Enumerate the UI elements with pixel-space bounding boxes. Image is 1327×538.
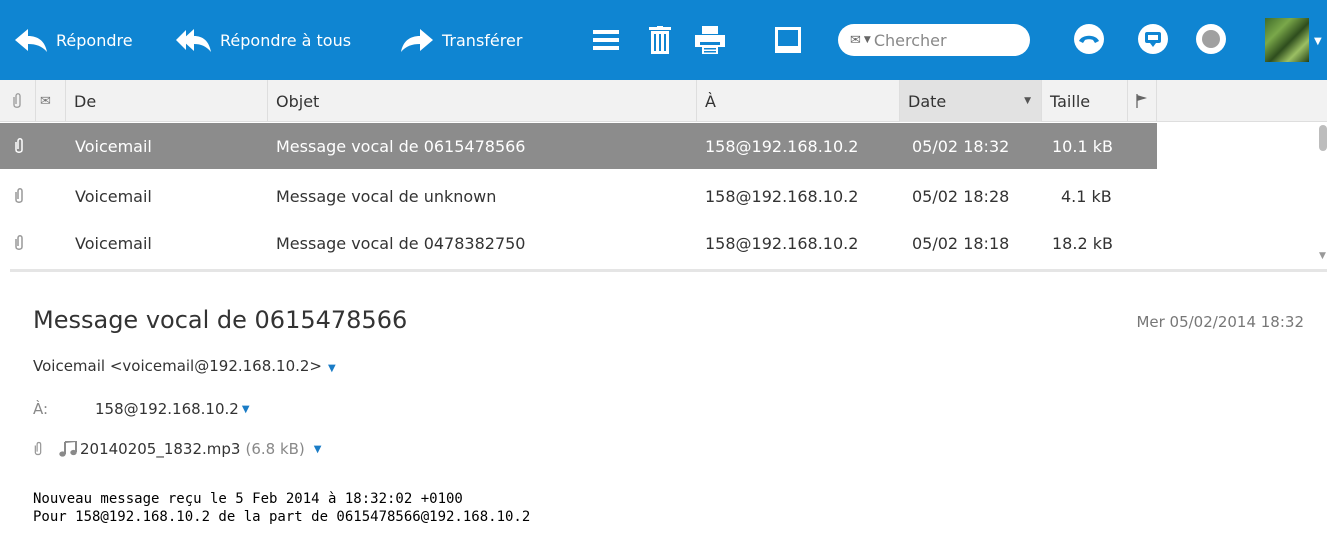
column-date-label: Date (908, 91, 947, 111)
row-from: Voicemail (75, 233, 152, 253)
column-flag[interactable] (1128, 80, 1157, 122)
table-row[interactable]: Voicemail Message vocal de unknown 158@1… (0, 173, 1157, 219)
printer-icon (695, 26, 725, 54)
column-attachment[interactable] (0, 80, 36, 122)
reply-icon (15, 29, 47, 52)
attachment-size: (6.8 kB) (245, 440, 305, 458)
forward-label: Transférer (442, 30, 523, 50)
recipient-address[interactable]: 158@192.168.10.2 (95, 400, 239, 418)
table-row[interactable]: Voicemail Message vocal de 0478382750 15… (0, 220, 1157, 266)
scroll-down-icon[interactable]: ▼ (1319, 251, 1326, 261)
paperclip-icon (34, 441, 42, 456)
sender-menu-caret-icon[interactable]: ▼ (328, 363, 336, 374)
message-list: Voicemail Message vocal de 0615478566 15… (0, 123, 1327, 269)
search-box[interactable]: ✉ ▼ (838, 24, 1030, 56)
search-input[interactable] (873, 30, 1004, 50)
sender-address[interactable]: Voicemail <voicemail@192.168.10.2> (33, 357, 322, 375)
row-date: 05/02 18:32 (912, 136, 1010, 156)
paperclip-icon (13, 93, 21, 108)
reply-button[interactable]: Répondre (14, 0, 133, 80)
column-from[interactable]: De (66, 80, 268, 122)
column-size[interactable]: Taille (1042, 80, 1128, 122)
row-subject: Message vocal de 0615478566 (276, 136, 526, 156)
reply-label: Répondre (56, 30, 133, 50)
toolbar: Répondre Répondre à tous Transférer ✉ ▼ … (0, 0, 1327, 80)
paperclip-icon (14, 220, 24, 266)
presence-status-icon (1196, 24, 1226, 54)
presence-status-button[interactable] (1196, 24, 1226, 54)
window-icon (775, 27, 801, 53)
message-list-header: ✉ De Objet À Date ▼ Taille (0, 80, 1327, 122)
reply-all-label: Répondre à tous (220, 30, 352, 50)
preview-attachment: 20140205_1832.mp3 (6.8 kB) ▼ (33, 440, 321, 458)
paperclip-icon (14, 123, 24, 169)
chat-icon (1138, 24, 1168, 54)
music-file-icon (59, 441, 77, 457)
row-from: Voicemail (75, 136, 152, 156)
row-date: 05/02 18:28 (912, 186, 1010, 206)
column-to-label: À (705, 91, 716, 111)
scrollbar-thumb[interactable] (1319, 125, 1327, 151)
table-row[interactable]: Voicemail Message vocal de 0615478566 15… (0, 123, 1157, 169)
forward-button[interactable]: Transférer (400, 0, 522, 80)
open-window-button[interactable] (770, 20, 806, 60)
row-to: 158@192.168.10.2 (705, 136, 859, 156)
envelope-icon[interactable]: ✉ (850, 33, 861, 48)
attachment-name[interactable]: 20140205_1832.mp3 (80, 440, 240, 458)
trash-icon (649, 26, 671, 54)
to-label: À: (33, 400, 49, 418)
delete-button[interactable] (642, 20, 678, 60)
preview-subject: Message vocal de 0615478566 (33, 306, 408, 334)
menu-button[interactable] (588, 20, 624, 60)
phone-icon (1074, 24, 1104, 54)
preview-to: À: 158@192.168.10.2 ▼ (33, 400, 250, 418)
row-date: 05/02 18:18 (912, 233, 1010, 253)
avatar[interactable] (1265, 18, 1309, 62)
row-size: 4.1 kB (1061, 186, 1112, 206)
chat-button[interactable] (1138, 24, 1168, 54)
preview-from: Voicemail <voicemail@192.168.10.2> ▼ (33, 357, 336, 375)
avatar-caret-icon[interactable]: ▼ (1314, 36, 1322, 47)
phone-button[interactable] (1074, 24, 1104, 54)
column-to[interactable]: À (697, 80, 900, 122)
column-read-status[interactable]: ✉ (36, 80, 66, 122)
row-to: 158@192.168.10.2 (705, 233, 859, 253)
body-line: Pour 158@192.168.10.2 de la part de 0615… (33, 509, 531, 525)
sort-descending-icon: ▼ (1024, 96, 1031, 106)
column-subject[interactable]: Objet (268, 80, 697, 122)
list-divider (10, 269, 1327, 272)
row-size: 10.1 kB (1052, 136, 1113, 156)
column-subject-label: Objet (276, 91, 320, 111)
reply-all-button[interactable]: Répondre à tous (176, 0, 351, 80)
message-list-scrollbar[interactable]: ▼ (1318, 123, 1327, 269)
row-subject: Message vocal de unknown (276, 186, 497, 206)
preview-date: Mer 05/02/2014 18:32 (1136, 313, 1304, 331)
recipient-menu-caret-icon[interactable]: ▼ (242, 404, 250, 415)
row-subject: Message vocal de 0478382750 (276, 233, 526, 253)
body-line: Nouveau message reçu le 5 Feb 2014 à 18:… (33, 491, 463, 507)
print-button[interactable] (692, 20, 728, 60)
column-size-label: Taille (1050, 91, 1091, 111)
menu-icon (593, 30, 619, 50)
row-to: 158@192.168.10.2 (705, 186, 859, 206)
column-date[interactable]: Date ▼ (900, 80, 1042, 122)
forward-icon (401, 29, 433, 52)
reply-all-icon (176, 29, 211, 52)
envelope-icon: ✉ (40, 93, 51, 109)
message-body: Nouveau message reçu le 5 Feb 2014 à 18:… (33, 490, 530, 526)
row-from: Voicemail (75, 186, 152, 206)
paperclip-icon (14, 173, 24, 219)
search-options-caret-icon[interactable]: ▼ (864, 35, 871, 45)
attachment-menu-caret-icon[interactable]: ▼ (314, 444, 322, 455)
column-from-label: De (74, 91, 97, 111)
row-size: 18.2 kB (1052, 233, 1113, 253)
flag-icon (1136, 94, 1147, 108)
